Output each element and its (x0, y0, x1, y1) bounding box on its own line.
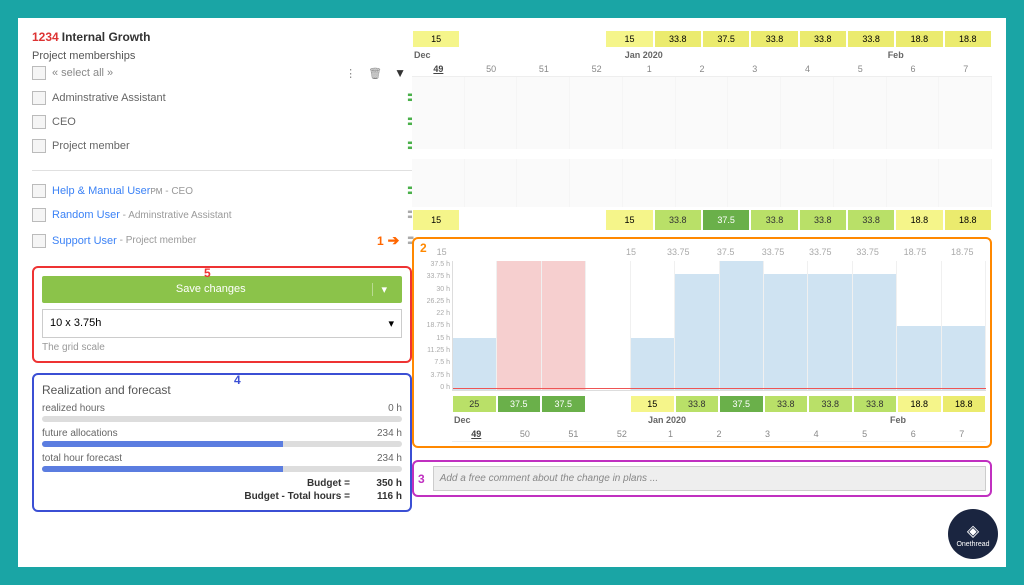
memberships-label: Project memberships (32, 50, 412, 62)
user-role: - CEO (162, 186, 193, 197)
user-checkbox[interactable] (32, 208, 46, 222)
realized-val: 0 h (388, 403, 402, 414)
annotation-4: 4 (234, 373, 241, 387)
budget-label: Budget = (307, 478, 350, 489)
budget-val: 350 h (362, 478, 402, 489)
diff-label: Budget - Total hours = (244, 491, 350, 502)
chevron-down-icon: ▾ (388, 317, 394, 330)
user-role: - Project member (117, 235, 196, 246)
week-row: 495051521234567 (412, 62, 992, 77)
realized-label: realized hours (42, 403, 105, 414)
onethread-logo-icon: ◈ (967, 521, 979, 541)
diff-val: 116 h (362, 491, 402, 502)
select-all-label: « select all » (52, 67, 113, 79)
user-link[interactable]: Help & Manual User (52, 185, 150, 197)
role-name: Adminstrative Assistant (52, 92, 166, 104)
role-checkbox[interactable] (32, 91, 46, 105)
allocation-row[interactable]: 151533.837.533.833.833.818.818.8 (412, 209, 992, 231)
user-track[interactable] (412, 159, 992, 183)
annotation-1: 1 (377, 234, 384, 248)
month-row: DecJan 2020Feb (412, 48, 992, 62)
forecast-title: Realization and forecast (42, 383, 402, 397)
filter-icon[interactable]: ▼ (388, 66, 412, 80)
chart-top-labels: 151533.7537.533.7533.7533.7518.7518.75 (418, 243, 986, 261)
role-track[interactable] (412, 125, 992, 149)
project-id: 1234 (32, 30, 59, 44)
chart-columns[interactable] (453, 261, 986, 390)
threshold-line (453, 388, 986, 389)
comment-input[interactable]: Add a free comment about the change in p… (433, 466, 986, 491)
user-link[interactable]: Support User (52, 235, 117, 247)
y-axis: 37.5 h33.75 h30 h26.25 h22 h18.75 h15 h1… (418, 261, 452, 391)
summary-bar: 151533.837.533.833.833.818.818.8 (412, 30, 992, 48)
realized-bar (42, 416, 402, 422)
week-row: 495051521234567 (452, 427, 986, 442)
annotation-5: 5 (204, 266, 211, 280)
role-track[interactable] (412, 77, 992, 101)
role-track[interactable] (412, 101, 992, 125)
month-row: DecJan 2020Feb (452, 413, 986, 427)
pm-badge: PM (150, 187, 162, 196)
save-button[interactable]: Save changes ▾ (42, 276, 402, 303)
more-icon[interactable]: ⋮ (339, 67, 362, 80)
select-all-checkbox[interactable] (32, 66, 46, 80)
project-name: Internal Growth (62, 30, 151, 44)
annotation-2: 2 (420, 241, 427, 255)
total-label: total hour forecast (42, 453, 122, 464)
future-val: 234 h (377, 428, 402, 439)
onethread-badge: ◈ Onethread (948, 509, 998, 559)
user-link[interactable]: Random User (52, 209, 120, 221)
save-dropdown-icon[interactable]: ▾ (372, 283, 395, 296)
future-label: future allocations (42, 428, 118, 439)
role-checkbox[interactable] (32, 139, 46, 153)
bottom-allocation-row[interactable]: 2537.537.51533.837.533.833.833.818.818.8 (452, 395, 986, 413)
role-name: CEO (52, 116, 76, 128)
total-val: 234 h (377, 453, 402, 464)
annotation-3: 3 (418, 472, 425, 486)
user-checkbox[interactable] (32, 234, 46, 248)
user-track[interactable] (412, 183, 992, 207)
future-bar (42, 441, 402, 447)
scale-select[interactable]: 10 x 3.75h▾ (42, 309, 402, 338)
trash-icon[interactable]: 🗑 (362, 67, 388, 80)
scale-label: The grid scale (42, 342, 402, 353)
user-checkbox[interactable] (32, 184, 46, 198)
arrow-icon: ➔ (388, 232, 400, 249)
user-role: - Adminstrative Assistant (120, 210, 232, 221)
total-bar (42, 466, 402, 472)
role-checkbox[interactable] (32, 115, 46, 129)
role-name: Project member (52, 140, 130, 152)
